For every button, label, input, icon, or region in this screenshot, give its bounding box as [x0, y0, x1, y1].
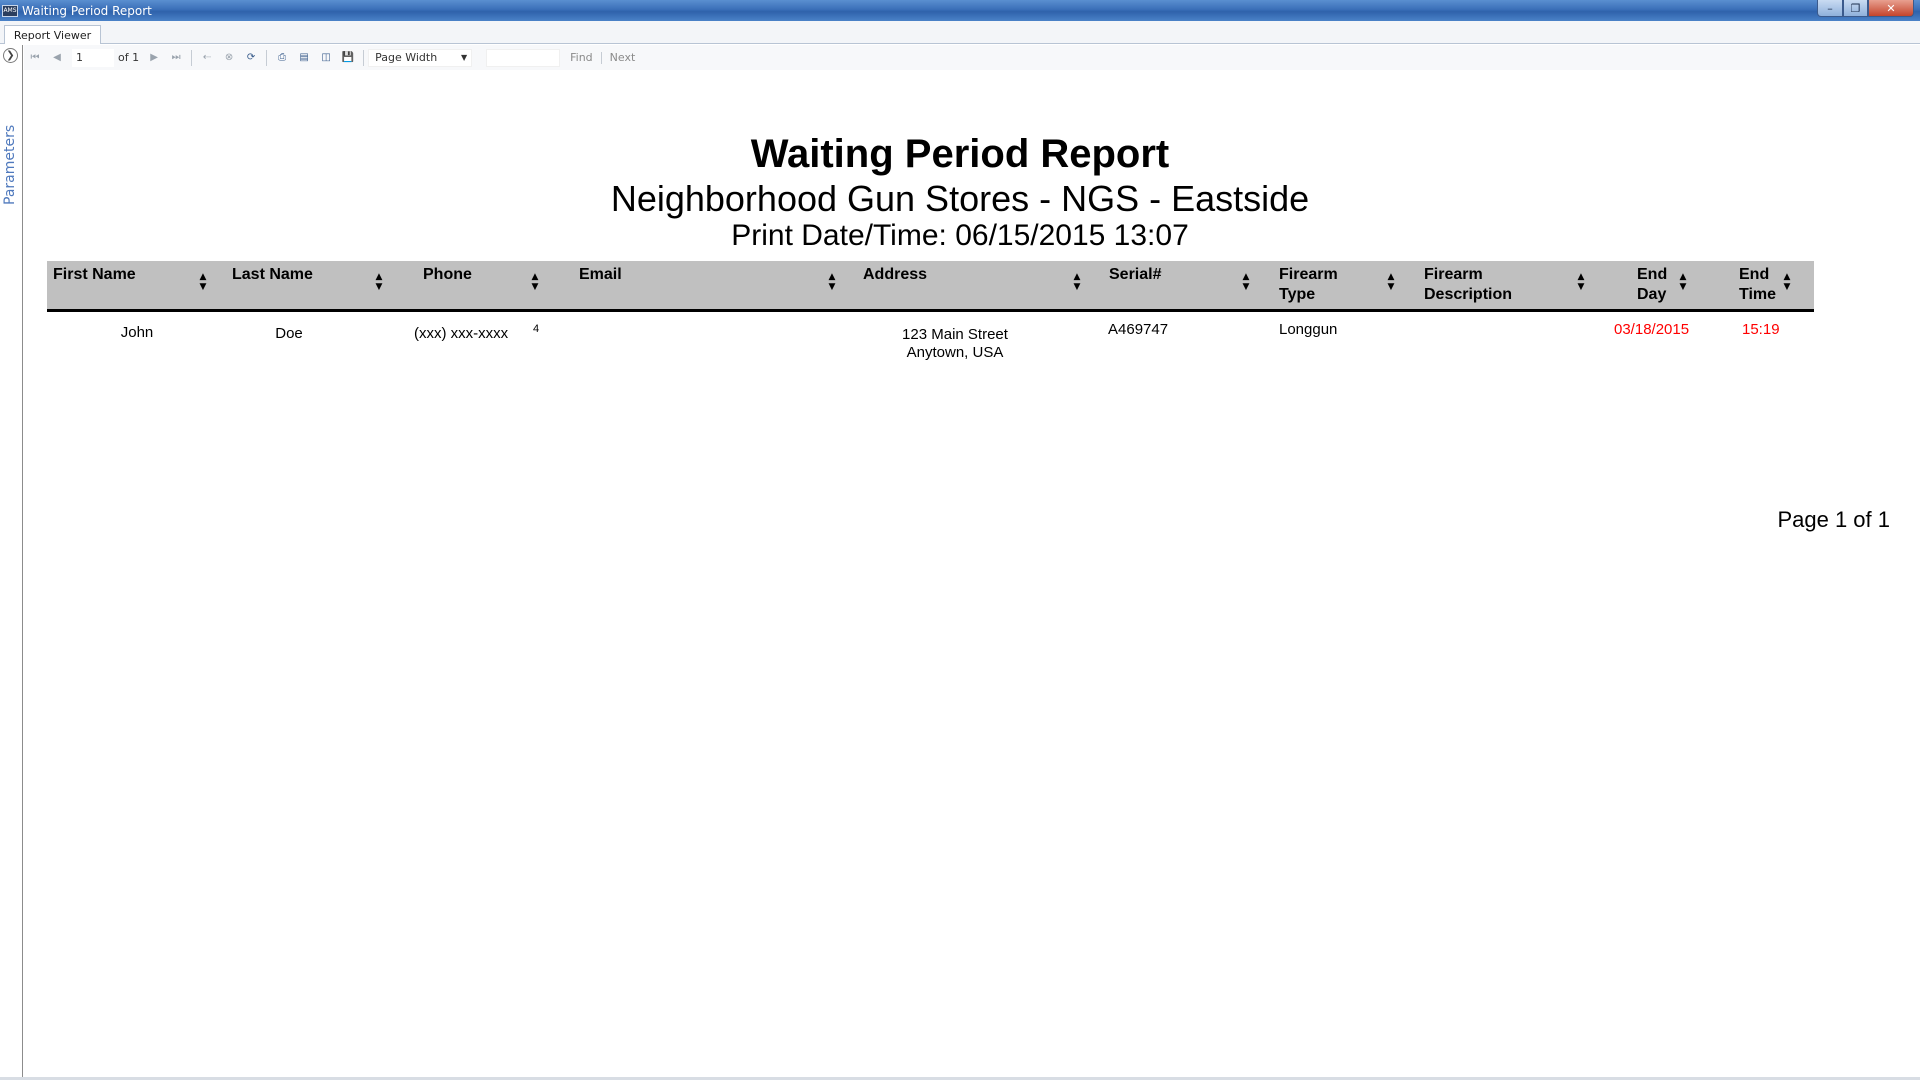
next-page-icon[interactable]: ▶ [146, 50, 162, 66]
current-page-input[interactable]: 1 [72, 48, 114, 67]
page-number: Page 1 of 1 [1777, 507, 1890, 532]
report-title: Waiting Period Report [750, 132, 1170, 176]
close-button[interactable]: ✕ [1868, 0, 1914, 17]
refresh-icon[interactable]: ⟳ [243, 50, 259, 66]
minimize-icon: – [1827, 1, 1833, 15]
title-bar: AMS Waiting Period Report – ❐ ✕ [0, 0, 1920, 21]
previous-page-icon[interactable]: ◀ [49, 50, 65, 66]
back-icon[interactable]: ⇠ [199, 50, 215, 66]
toolbar-separator [600, 51, 602, 64]
column-header-phone[interactable]: Phone [423, 265, 543, 309]
cell-firearm-type: Longgun [1279, 321, 1338, 338]
tab-report-viewer[interactable]: Report Viewer [4, 25, 101, 44]
expand-parameters-button[interactable]: ❯ [3, 48, 18, 63]
column-header-address[interactable]: Address [863, 265, 1083, 309]
toolbar-separator [363, 49, 365, 66]
tab-strip: Report Viewer [0, 21, 1920, 44]
cell-end-day: 03/18/2015 [1614, 321, 1690, 338]
table-header: First Name ▲ ▼ Last Name ▲ ▼ Phone ▲ ▼ Emai… [47, 261, 1814, 312]
export-icon[interactable]: 💾 [340, 50, 356, 66]
close-icon: ✕ [1886, 1, 1896, 15]
last-page-icon[interactable]: ⏭ [168, 50, 184, 66]
sort-icon[interactable]: ▲ ▼ [1071, 272, 1083, 292]
cell-address-line1: 123 Main Street [902, 326, 1008, 343]
sort-icon[interactable]: ▲ ▼ [1575, 272, 1587, 292]
restore-icon: ❐ [1850, 1, 1861, 15]
sort-icon[interactable]: ▲ ▼ [373, 272, 385, 292]
zoom-value: Page Width [375, 50, 438, 64]
find-button[interactable]: Find [570, 51, 593, 64]
find-next-button[interactable]: Next [610, 51, 636, 64]
column-header-first-name[interactable]: First Name [53, 265, 193, 309]
sort-icon[interactable]: ▲ ▼ [1781, 272, 1793, 292]
report-page: Waiting Period Report Neighborhood Gun S… [24, 70, 1920, 1077]
cell-serial: A469747 [1108, 321, 1169, 338]
print-datetime: Print Date/Time: 06/15/2015 13:07 [731, 219, 1189, 252]
sort-icon[interactable]: ▲ ▼ [197, 272, 209, 292]
sort-icon[interactable]: ▲ ▼ [1385, 272, 1397, 292]
sort-icon[interactable]: ▲ ▼ [1677, 272, 1689, 292]
app-icon: AMS [2, 4, 18, 17]
page-setup-icon[interactable]: ◫ [318, 50, 334, 66]
parameters-label[interactable]: Parameters [2, 95, 22, 205]
stop-icon[interactable]: ⊗ [221, 50, 237, 66]
sort-icon[interactable]: ▲ ▼ [529, 272, 541, 292]
column-header-serial[interactable]: Serial# [1109, 265, 1259, 309]
toolbar-separator [191, 49, 193, 66]
cell-first-name: John [120, 324, 154, 341]
find-input[interactable] [486, 48, 561, 67]
cell-address-line2: Anytown, USA [906, 344, 1004, 361]
column-header-end-time[interactable]: End Time [1739, 265, 1809, 309]
report-toolbar: ⏮ ◀ 1 of 1 ▶ ⏭ ⇠ ⊗ ⟳ ⎙ ▤ ◫ 💾 Page Width … [24, 45, 1920, 70]
sort-icon[interactable]: ▲ ▼ [826, 272, 838, 292]
cell-phone: (xxx) xxx-xxxx [414, 325, 509, 342]
column-header-firearm-description[interactable]: Firearm Description [1424, 265, 1584, 309]
sort-icon[interactable]: ▲ ▼ [1240, 272, 1252, 292]
minimize-button[interactable]: – [1817, 0, 1843, 17]
toolbar-separator [266, 49, 268, 66]
page-count-text: of 1 [118, 51, 140, 64]
store-name: Neighborhood Gun Stores - NGS - Eastside [610, 178, 1310, 219]
parameters-panel: ❯ Parameters [0, 45, 23, 1080]
cell-phone-ext: 4 [533, 323, 540, 335]
column-header-email[interactable]: Email [579, 265, 819, 309]
window-title: Waiting Period Report [22, 3, 152, 18]
column-header-firearm-type[interactable]: Firearm Type [1279, 265, 1399, 309]
zoom-select[interactable]: Page Width ▼ [368, 48, 473, 67]
chevron-down-icon: ▼ [460, 52, 468, 62]
print-layout-icon[interactable]: ▤ [296, 50, 312, 66]
print-icon[interactable]: ⎙ [274, 50, 290, 66]
chevron-right-icon: ❯ [6, 50, 15, 61]
cell-last-name: Doe [275, 325, 303, 342]
first-page-icon[interactable]: ⏮ [27, 50, 43, 66]
column-header-last-name[interactable]: Last Name [232, 265, 372, 309]
maximize-button[interactable]: ❐ [1843, 0, 1868, 17]
window-controls: – ❐ ✕ [1817, 0, 1914, 19]
column-header-end-day[interactable]: End Day [1637, 265, 1707, 309]
cell-end-time: 15:19 [1742, 321, 1780, 338]
